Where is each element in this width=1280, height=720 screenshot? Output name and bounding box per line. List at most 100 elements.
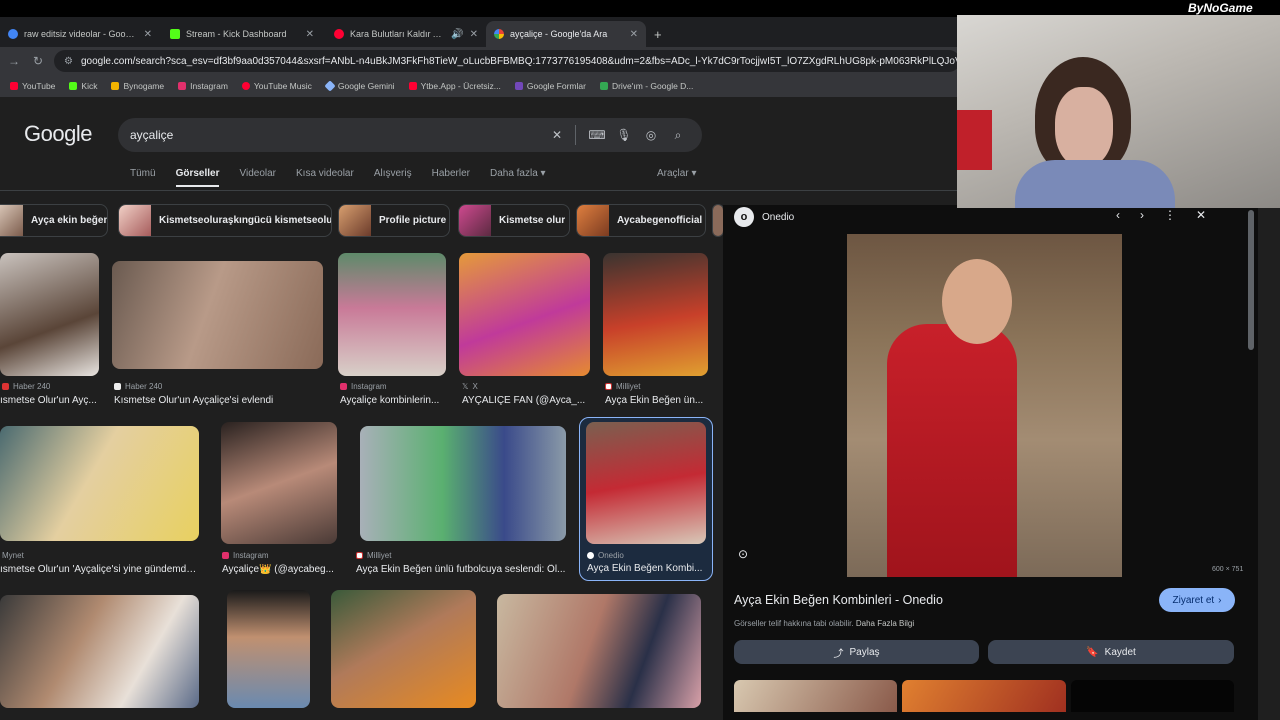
image-result[interactable]: Mynet ısmetse Olur'un 'Ayçaliçe'si yine … xyxy=(0,426,200,581)
panel-scrollbar[interactable] xyxy=(1248,210,1254,350)
tools-button[interactable]: Araçlar ▾ xyxy=(657,168,696,179)
result-caption[interactable]: Ayçaliçe👑 (@aycabeg... xyxy=(222,564,336,575)
visit-button[interactable]: Ziyaret et › xyxy=(1159,588,1235,612)
save-button[interactable]: 🔖 Kaydet xyxy=(988,640,1234,664)
result-image[interactable] xyxy=(603,253,708,376)
chevron-right-icon[interactable]: › xyxy=(1140,208,1144,222)
address-bar[interactable]: ⚙ google.com/search?sca_esv=df3bf9aa0d35… xyxy=(54,50,960,72)
keyboard-icon[interactable]: ⌨ xyxy=(585,128,609,142)
clear-icon[interactable]: ✕ xyxy=(545,128,569,142)
forward-icon[interactable]: → xyxy=(6,54,22,68)
bookmark-gemini[interactable]: Google Gemini xyxy=(324,80,395,92)
filter-more[interactable]: Daha fazla ▾ xyxy=(490,168,546,187)
result-image[interactable] xyxy=(227,590,310,708)
close-icon[interactable]: ✕ xyxy=(470,29,478,40)
bookmark-ytbe[interactable]: Ytbe.App - Ücretsiz... xyxy=(408,81,501,91)
related-image[interactable] xyxy=(902,680,1066,712)
source-label: Haber 240 xyxy=(13,382,51,391)
result-image[interactable] xyxy=(0,253,99,376)
result-image[interactable] xyxy=(338,253,446,376)
search-icon[interactable]: ⌕ xyxy=(666,128,690,143)
bookmark-youtube-music[interactable]: YouTube Music xyxy=(241,81,312,91)
forms-icon xyxy=(514,82,523,90)
result-image[interactable] xyxy=(497,594,701,708)
image-result[interactable]: Haber 240 ısmetse Olur'un Ayç... xyxy=(0,253,100,408)
close-icon[interactable]: ✕ xyxy=(144,29,152,40)
preview-title[interactable]: Ayça Ekin Beğen Kombinleri - Onedio xyxy=(734,593,943,607)
close-icon[interactable]: ✕ xyxy=(306,29,314,40)
tab-google-search[interactable]: ayçaliçe - Google'da Ara ✕ xyxy=(486,21,646,47)
lens-icon[interactable]: ◎ xyxy=(639,128,663,142)
filter-all[interactable]: Tümü xyxy=(130,168,156,187)
related-image[interactable] xyxy=(1071,680,1234,712)
close-icon[interactable]: ✕ xyxy=(630,29,638,40)
image-result[interactable] xyxy=(227,590,311,710)
image-result[interactable] xyxy=(497,594,702,710)
result-image[interactable] xyxy=(360,426,566,541)
result-caption[interactable]: Kısmetse Olur'un Ayçaliçe'si evlendi xyxy=(114,395,324,406)
drive-icon xyxy=(8,29,18,39)
related-image[interactable] xyxy=(734,680,897,712)
chip-aycabegenofficial[interactable]: Aycabegenofficial xyxy=(576,204,706,237)
image-result[interactable]: Haber 240 Kısmetse Olur'un Ayçaliçe'si e… xyxy=(112,253,324,408)
onedio-logo[interactable]: o xyxy=(734,207,754,227)
site-info-icon[interactable]: ⚙ xyxy=(64,56,73,67)
tab-youtube[interactable]: Kara Bulutları Kaldır Aradan 🔊 ✕ xyxy=(326,21,486,47)
tab-google-drive[interactable]: raw editsiz videolar - Google D ✕ xyxy=(0,21,160,47)
image-result[interactable]: Instagram Ayçaliçe kombinlerin... xyxy=(338,253,448,408)
lens-search-icon[interactable]: ⊙ xyxy=(738,547,748,561)
filter-images[interactable]: Görseller xyxy=(175,168,220,187)
more-info-link[interactable]: Daha Fazla Bilgi xyxy=(856,619,914,628)
image-result[interactable]: 𝕏X AYÇALİÇE FAN (@Ayca_... xyxy=(459,253,591,408)
result-caption[interactable]: Ayça Ekin Beğen ün... xyxy=(605,395,709,406)
bookmark-drive[interactable]: Drive'ım - Google D... xyxy=(599,81,693,91)
chip-kismetseolur-askingucu[interactable]: Kismetseoluraşkıngücü kismetseolur xyxy=(118,204,332,237)
result-caption[interactable]: ısmetse Olur'un 'Ayçaliçe'si yine gündem… xyxy=(0,564,200,575)
preview-source[interactable]: Onedio xyxy=(762,212,794,223)
tab-kick[interactable]: Stream - Kick Dashboard ✕ xyxy=(162,21,322,47)
google-logo[interactable]: Google xyxy=(24,121,92,147)
new-tab-button[interactable]: + xyxy=(646,21,670,47)
tab-title: raw editsiz videolar - Google D xyxy=(24,29,138,39)
result-caption[interactable]: Ayça Ekin Beğen Kombi... xyxy=(587,563,705,574)
preview-image[interactable] xyxy=(847,234,1122,577)
image-result[interactable]: Milliyet Ayça Ekin Beğen ünlü futbolcuya… xyxy=(356,426,568,581)
image-result[interactable] xyxy=(331,590,477,710)
result-caption[interactable]: AYÇALİÇE FAN (@Ayca_... xyxy=(462,395,590,406)
result-caption[interactable]: Ayça Ekin Beğen ünlü futbolcuya seslendi… xyxy=(356,564,566,575)
result-image[interactable] xyxy=(586,422,706,544)
image-result[interactable]: Instagram Ayçaliçe👑 (@aycabeg... xyxy=(220,422,338,581)
chip-ayca-ekin-begen[interactable]: Ayça ekin beğen xyxy=(0,204,108,237)
result-image[interactable] xyxy=(459,253,590,376)
image-result[interactable] xyxy=(0,595,200,711)
close-icon[interactable]: ✕ xyxy=(1196,208,1206,222)
speaker-icon[interactable]: 🔊 xyxy=(451,29,463,40)
microphone-icon[interactable]: 🎙 xyxy=(612,128,636,142)
result-image[interactable] xyxy=(0,426,199,541)
image-result[interactable]: Milliyet Ayça Ekin Beğen ün... xyxy=(603,253,709,408)
search-box[interactable]: ayçaliçe ✕ ⌨ 🎙 ◎ ⌕ xyxy=(118,118,702,152)
result-image[interactable] xyxy=(0,595,199,708)
filter-news[interactable]: Haberler xyxy=(432,168,470,187)
bookmark-instagram[interactable]: Instagram xyxy=(178,81,228,91)
result-image[interactable] xyxy=(221,422,337,544)
filter-shopping[interactable]: Alışveriş xyxy=(374,168,412,187)
reload-icon[interactable]: ↻ xyxy=(30,54,46,68)
more-vert-icon[interactable]: ⋮ xyxy=(1164,208,1176,222)
image-result-selected[interactable]: Onedio Ayça Ekin Beğen Kombi... xyxy=(586,422,708,577)
chip-profile-picture[interactable]: Profile picture xyxy=(338,204,450,237)
chevron-left-icon[interactable]: ‹ xyxy=(1116,208,1120,222)
bookmark-youtube[interactable]: YouTube xyxy=(10,81,55,91)
result-caption[interactable]: Ayçaliçe kombinlerin... xyxy=(340,395,446,406)
result-caption[interactable]: ısmetse Olur'un Ayç... xyxy=(0,395,98,406)
result-image[interactable] xyxy=(112,261,323,369)
filter-videos[interactable]: Videolar xyxy=(239,168,276,187)
share-button[interactable]: ⤴ Paylaş xyxy=(734,640,979,664)
filter-short-videos[interactable]: Kısa videolar xyxy=(296,168,354,187)
bookmark-google-forms[interactable]: Google Formlar xyxy=(514,81,586,91)
result-image[interactable] xyxy=(331,590,476,708)
bookmark-bynogame[interactable]: Bynogame xyxy=(111,81,164,91)
search-input[interactable]: ayçaliçe xyxy=(130,128,542,142)
bookmark-kick[interactable]: Kick xyxy=(69,81,97,91)
chip-kismetse-olur[interactable]: Kismetse olur xyxy=(458,204,570,237)
